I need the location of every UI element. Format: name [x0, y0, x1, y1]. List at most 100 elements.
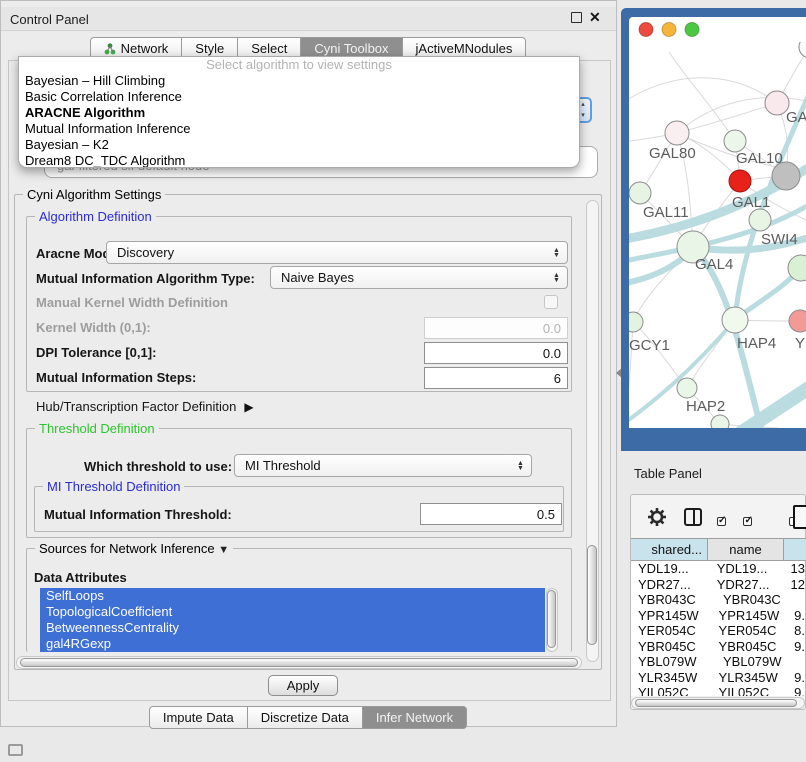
- node-salmon[interactable]: [789, 310, 806, 332]
- data-attributes-list[interactable]: SelfLoops TopologicalCoefficient Between…: [40, 588, 545, 652]
- which-threshold-value: MI Threshold: [235, 458, 513, 473]
- table-row[interactable]: YDR27...YDR27...12: [631, 577, 805, 593]
- column-header-shared-name[interactable]: shared...: [631, 539, 708, 560]
- apply-button[interactable]: Apply: [268, 675, 338, 696]
- select-all-checkbox-icon[interactable]: [717, 517, 726, 526]
- node-gal80[interactable]: [665, 121, 689, 145]
- table-row[interactable]: YER054CYER054C8.: [631, 623, 805, 639]
- cell-value: 12: [786, 577, 805, 593]
- manual-kernel-checkbox[interactable]: [544, 295, 558, 309]
- tab-jactivemnodules-label: jActiveMNodules: [416, 41, 513, 56]
- cell-name: YIL052C: [710, 685, 790, 696]
- node-swi4[interactable]: [749, 209, 771, 231]
- algorithm-option-bayesian-hill-climbing[interactable]: Bayesian – Hill Climbing: [19, 73, 579, 89]
- kernel-width-label: Kernel Width (0,1):: [36, 320, 151, 335]
- select-all-checkbox-icon-2[interactable]: [743, 517, 752, 526]
- kernel-width-field[interactable]: 0.0: [424, 317, 568, 339]
- dpi-tolerance-field[interactable]: 0.0: [424, 342, 568, 364]
- table-row[interactable]: YPR145WYPR145W9.: [631, 608, 805, 624]
- algorithm-option-mutual-information[interactable]: Mutual Information Inference: [19, 121, 579, 137]
- node-label: HAP4: [737, 335, 776, 352]
- control-panel-titlebar: [1, 7, 616, 31]
- tab-impute-data-label: Impute Data: [163, 710, 234, 725]
- table-header-row: shared... name: [631, 538, 806, 561]
- cell-name: YBR043C: [714, 592, 798, 608]
- network-graph-canvas[interactable]: GAL GAL80 GAL10 GAL1 GAL11 SWI4 GAL4 GCY…: [629, 42, 806, 428]
- table-row[interactable]: YBR043CYBR043C: [631, 592, 805, 608]
- tab-discretize-data[interactable]: Discretize Data: [247, 706, 363, 729]
- node-gcy1[interactable]: [629, 312, 643, 332]
- zoom-window-icon[interactable]: [685, 23, 699, 37]
- table-row[interactable]: YBL079WYBL079W: [631, 654, 805, 670]
- node-hap4[interactable]: [722, 307, 748, 333]
- algorithm-dropdown-popup: Select algorithm to view settings Bayesi…: [18, 56, 580, 168]
- node-gal11[interactable]: [629, 182, 651, 204]
- column-header-partial[interactable]: [784, 539, 806, 560]
- table-columns-icon[interactable]: [684, 508, 702, 526]
- algorithm-option-basic-correlation[interactable]: Basic Correlation Inference: [19, 89, 579, 105]
- node-unlabeled-bottom[interactable]: [711, 415, 729, 428]
- attributes-list-scrollbar-thumb[interactable]: [547, 590, 556, 648]
- algorithm-option-aracne[interactable]: ARACNE Algorithm: [19, 105, 579, 121]
- algorithm-option-dream8[interactable]: Dream8 DC_TDC Algorithm: [19, 153, 579, 168]
- table-row[interactable]: YDL19...YDL19...13: [631, 561, 805, 577]
- expander-expanded-icon: ▼: [218, 544, 229, 556]
- algorithm-dropdown-placeholder: Select algorithm to view settings: [19, 57, 579, 73]
- mi-steps-field[interactable]: 6: [424, 367, 568, 389]
- manual-kernel-label: Manual Kernel Width Definition: [36, 295, 228, 310]
- table-settings-gear-icon[interactable]: [647, 507, 667, 527]
- node-gal1-selected[interactable]: [729, 170, 751, 192]
- node-label: GAL: [786, 109, 806, 126]
- algorithm-option-bayesian-k2[interactable]: Bayesian – K2: [19, 137, 579, 153]
- settings-horizontal-scrollbar-thumb[interactable]: [20, 658, 578, 667]
- column-header-name[interactable]: name: [708, 539, 784, 560]
- cell-shared-name: YLR345W: [631, 670, 710, 686]
- mi-type-label: Mutual Information Algorithm Type:: [36, 271, 255, 286]
- table-row[interactable]: YLR345WYLR345W9.: [631, 670, 805, 686]
- list-item-betweennesscentrality[interactable]: BetweennessCentrality: [40, 620, 545, 636]
- node-unlabeled-top[interactable]: [799, 42, 806, 58]
- cell-shared-name: YBR045C: [631, 639, 710, 655]
- table-row[interactable]: YIL052CYIL052C9.: [631, 685, 805, 696]
- node-hap2[interactable]: [677, 378, 697, 398]
- mi-type-combobox[interactable]: Naive Bayes ▲▼: [270, 266, 568, 289]
- tab-impute-data[interactable]: Impute Data: [149, 706, 248, 729]
- cell-name: YLR345W: [710, 670, 790, 686]
- combo-arrows-icon: ▲▼: [513, 461, 531, 471]
- hub-definition-expander[interactable]: Hub/Transcription Factor Definition ▶: [36, 399, 254, 414]
- sources-title-label: Sources for Network Inference: [39, 541, 215, 556]
- tab-network-label: Network: [121, 41, 169, 56]
- minimize-window-icon[interactable]: [662, 23, 676, 37]
- cell-value: [798, 592, 803, 608]
- mi-threshold-field[interactable]: 0.5: [420, 503, 562, 525]
- list-item-topologicalcoefficient[interactable]: TopologicalCoefficient: [40, 604, 545, 620]
- mi-steps-label: Mutual Information Steps:: [36, 370, 196, 385]
- sources-group-title[interactable]: Sources for Network Inference ▼: [35, 541, 233, 556]
- hub-definition-label: Hub/Transcription Factor Definition: [36, 399, 236, 414]
- list-item-gal4rgexp[interactable]: gal4RGexp: [40, 636, 545, 652]
- table-file-icon[interactable]: [793, 505, 806, 529]
- collapsed-panel-button[interactable]: [8, 744, 23, 756]
- cell-shared-name: YBL079W: [631, 654, 714, 670]
- close-panel-icon[interactable]: ✕: [589, 9, 601, 26]
- aracne-mode-combobox[interactable]: Discovery ▲▼: [106, 241, 568, 264]
- tab-infer-network[interactable]: Infer Network: [362, 706, 467, 729]
- node-label: Y: [795, 335, 805, 352]
- float-panel-icon[interactable]: [571, 12, 582, 23]
- which-threshold-combobox[interactable]: MI Threshold ▲▼: [234, 454, 532, 477]
- mi-type-value: Naive Bayes: [271, 270, 549, 285]
- list-item-selfloops[interactable]: SelfLoops: [40, 588, 545, 604]
- table-horizontal-scrollbar-thumb[interactable]: [635, 699, 797, 707]
- application-root: Control Panel ✕ Network Style Select Cyn…: [0, 0, 806, 762]
- window-traffic-lights: [636, 20, 702, 39]
- cell-name: YBR045C: [710, 639, 790, 655]
- table-row[interactable]: YBR045CYBR045C9.: [631, 639, 805, 655]
- control-panel-title: Control Panel: [10, 12, 89, 27]
- cell-name: YPR145W: [710, 608, 790, 624]
- combo-arrows-icon: ▲▼: [549, 273, 567, 283]
- dpi-tolerance-label: DPI Tolerance [0,1]:: [36, 345, 156, 360]
- node-gal10[interactable]: [724, 130, 746, 152]
- settings-vertical-scrollbar-thumb[interactable]: [587, 545, 597, 645]
- close-window-icon[interactable]: [639, 23, 653, 37]
- cell-value: 9.: [789, 670, 805, 686]
